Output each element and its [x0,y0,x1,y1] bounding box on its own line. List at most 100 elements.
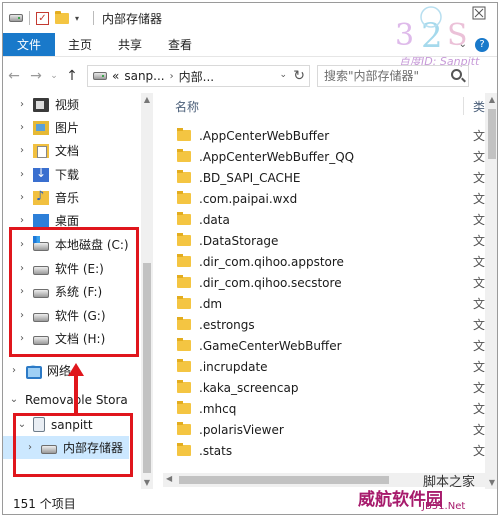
tab-share[interactable]: 共享 [105,33,155,56]
file-type: 文 [473,402,485,416]
breadcrumb-overflow[interactable]: « [112,69,119,83]
properties-check-icon[interactable]: ✓ [36,11,49,25]
list-item[interactable]: .estrongs 文 [163,314,485,335]
nav-pane-scrollbar[interactable]: ▲ ▼ [141,93,153,489]
folder-icon [177,170,191,183]
list-item[interactable]: .dm 文 [163,293,485,314]
scroll-up-arrow-icon[interactable]: ▲ [485,95,497,104]
column-header-type[interactable]: 类 [473,98,485,115]
file-list-scrollbar[interactable]: ▲ ▼ [485,93,497,489]
scroll-left-arrow-icon[interactable]: ◀ [166,474,172,483]
item-count: 151 个项目 [13,496,76,511]
file-type: 文 [473,297,485,311]
video-folder-icon [33,97,49,112]
list-item[interactable]: .com.paipai.wxd 文 [163,188,485,209]
tab-view[interactable]: 查看 [155,33,205,56]
file-name: .com.paipai.wxd [199,191,298,206]
search-box[interactable] [317,65,469,87]
music-folder-icon [33,189,49,205]
scroll-up-arrow-icon[interactable]: ▲ [141,95,153,104]
forward-arrow-icon[interactable]: → [25,65,47,87]
refresh-icon[interactable]: ↻ [293,68,305,84]
list-item[interactable]: .GameCenterWebBuffer 文 [163,335,485,356]
folder-icon [177,128,191,141]
file-name: .dir_com.qihoo.appstore [199,254,344,269]
file-name: .AppCenterWebBuffer_QQ [199,149,355,164]
expand-chevron-icon[interactable]: › [11,192,33,203]
nav-item-label: 图片 [55,121,80,135]
annotation-arrow [74,373,78,415]
tab-home[interactable]: 主页 [55,33,105,56]
list-item[interactable]: .AppCenterWebBuffer_QQ 文 [163,146,485,167]
search-icon[interactable] [451,69,462,80]
scrollbar-thumb[interactable] [488,109,496,159]
file-name: .data [199,212,230,227]
recent-locations-dropdown-icon[interactable]: ⌄ [47,65,61,87]
watermark-text: JB51.Net [422,501,466,512]
window-title: 内部存储器 [102,11,163,26]
expand-ribbon-chevron-icon[interactable]: ⌄ [459,39,467,50]
breadcrumb-sanpitt[interactable]: sanp... [124,69,164,83]
nav-item-removable-storage[interactable]: ⌄ Removable Stora [3,388,153,411]
ribbon-tabs: 文件 主页 共享 查看 ⌄ ? [3,33,497,57]
column-header-name[interactable]: 名称 [163,98,199,115]
file-type: 文 [473,192,485,206]
back-arrow-icon[interactable]: ← [3,65,25,87]
list-item[interactable]: .data 文 [163,209,485,230]
list-item[interactable]: .stats 文 [163,440,485,461]
expand-chevron-icon[interactable]: › [11,215,33,226]
nav-item-label: 文档 [55,144,80,158]
up-arrow-icon[interactable]: ↑ [61,65,83,87]
nav-item-label: 下载 [55,168,80,182]
expand-chevron-icon[interactable]: › [11,99,33,110]
folder-icon [177,275,191,288]
address-bar[interactable]: « sanp... › 内部... ⌄ ↻ [87,65,310,87]
file-type: 文 [473,381,485,395]
list-item[interactable]: .polarisViewer 文 [163,419,485,440]
list-item[interactable]: .DataStorage 文 [163,230,485,251]
expand-chevron-icon[interactable]: › [11,145,33,156]
nav-item-documents[interactable]: › 文档 [3,139,153,162]
expand-chevron-icon[interactable]: › [11,169,33,180]
file-type: 文 [473,444,485,458]
scrollbar-thumb[interactable] [143,263,151,473]
folder-icon [177,317,191,330]
expand-chevron-icon[interactable]: › [3,365,25,376]
navigation-bar: ← → ⌄ ↑ « sanp... › 内部... ⌄ ↻ [3,61,497,91]
breadcrumb-internal-storage[interactable]: 内部... [179,68,214,85]
help-icon[interactable]: ? [475,37,489,52]
list-item[interactable]: .dir_com.qihoo.secstore 文 [163,272,485,293]
desktop-folder-icon [33,213,49,228]
network-icon [25,363,42,379]
search-input[interactable] [324,69,448,83]
column-divider[interactable] [463,97,464,115]
list-item[interactable]: .mhcq 文 [163,398,485,419]
list-item[interactable]: .BD_SAPI_CACHE 文 [163,167,485,188]
file-name: .BD_SAPI_CACHE [199,170,301,185]
scroll-down-arrow-icon[interactable]: ▼ [141,478,153,487]
collapse-chevron-icon[interactable]: ⌄ [3,394,25,405]
nav-item-downloads[interactable]: › 下载 [3,163,153,186]
address-dropdown-icon[interactable]: ⌄ [279,70,287,80]
file-type: 文 [473,339,485,353]
tab-file[interactable]: 文件 [3,33,55,56]
list-item[interactable]: .dir_com.qihoo.appstore 文 [163,251,485,272]
file-name: .estrongs [199,317,255,332]
pictures-folder-icon [33,120,49,135]
nav-item-music[interactable]: › 音乐 [3,186,153,209]
chevron-right-icon[interactable]: › [170,71,174,82]
list-item[interactable]: .AppCenterWebBuffer 文 [163,125,485,146]
customize-toolbar-dropdown-icon[interactable]: ▾ [75,14,79,23]
column-header-row: 名称 ^ 类 [163,93,485,119]
expand-chevron-icon[interactable]: › [11,122,33,133]
list-item[interactable]: .incrupdate 文 [163,356,485,377]
quick-access-toolbar: ✓ ▾ [3,10,95,25]
new-folder-icon[interactable] [55,10,69,24]
folder-icon [177,359,191,372]
nav-item-pictures[interactable]: › 图片 [3,116,153,139]
file-type: 文 [473,255,485,269]
folder-icon [177,191,191,204]
list-item[interactable]: .kaka_screencap 文 [163,377,485,398]
file-name: .dm [199,296,223,311]
nav-item-videos[interactable]: › 视频 [3,93,153,116]
